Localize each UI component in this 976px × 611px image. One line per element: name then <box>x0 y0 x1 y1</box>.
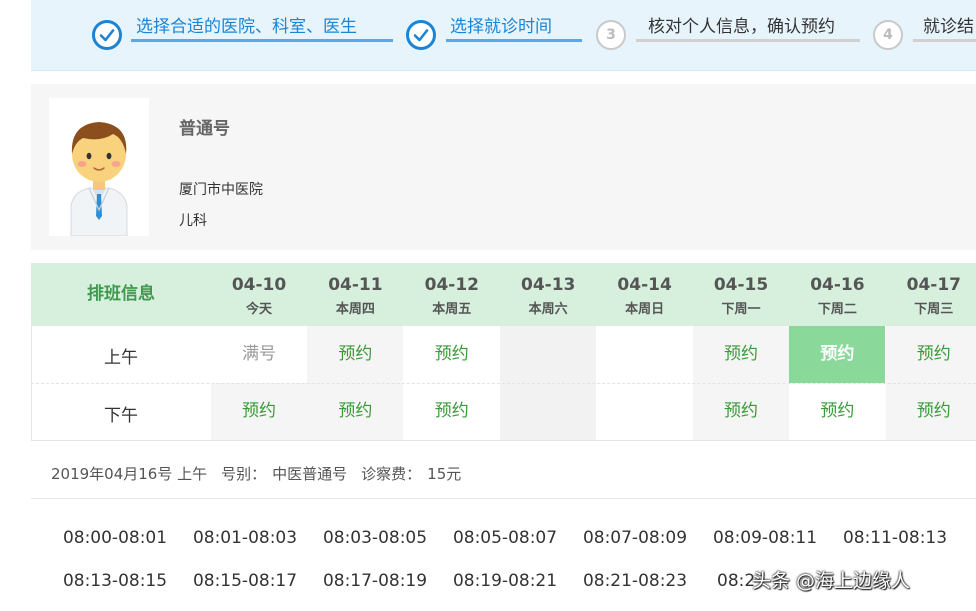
time-slot[interactable]: 08:09-08:11 <box>705 528 825 548</box>
time-slot[interactable]: 08:01-08:03 <box>185 528 305 548</box>
day-weekday: 下周一 <box>721 302 761 317</box>
day-header: 04-10 今天 <box>211 263 307 326</box>
fee-value: 15元 <box>427 465 462 483</box>
book-button[interactable]: 预约 <box>403 326 500 383</box>
schedule-title: 排班信息 <box>87 284 155 304</box>
doctor-card: 普通号 厦门市中医院 儿科 <box>31 84 976 250</box>
day-weekday: 今天 <box>245 302 272 317</box>
day-weekday: 下周二 <box>817 302 857 317</box>
time-slot[interactable]: 08:19-08:21 <box>445 571 565 591</box>
type-label: 号别： <box>221 465 267 483</box>
book-button[interactable]: 预约 <box>307 326 404 383</box>
day-header: 04-17 下周三 <box>886 263 976 326</box>
day-header: 04-12 本周五 <box>404 263 500 326</box>
day-weekday: 本周日 <box>625 302 665 317</box>
time-slot[interactable]: 08:11-08:13 <box>835 528 955 548</box>
day-header: 04-16 下周二 <box>789 263 885 326</box>
book-button[interactable]: 预约 <box>403 383 500 440</box>
step-3-label: 核对个人信息，确认预约 <box>648 17 835 37</box>
step-1-label: 选择合适的医院、科室、医生 <box>136 17 357 37</box>
selected-book-button[interactable]: 预约 <box>789 326 886 383</box>
fee-label: 诊察费： <box>361 465 422 483</box>
registration-type: 普通号 <box>179 119 230 139</box>
book-button[interactable]: 预约 <box>693 326 789 383</box>
day-weekday: 本周五 <box>432 302 472 317</box>
full-label: 满号 <box>211 326 307 383</box>
row-divider <box>31 383 976 384</box>
step-4: 4 就诊结 <box>873 0 976 70</box>
check-icon <box>92 20 122 50</box>
day-date: 04-14 <box>617 275 672 295</box>
selection-summary: 2019年04月16号 上午 号别： 中医普通号 诊察费： 15元 <box>51 463 475 484</box>
book-button[interactable]: 预约 <box>885 326 976 383</box>
empty-cell <box>596 383 693 440</box>
day-date: 04-17 <box>906 275 961 295</box>
step-2: 选择就诊时间 <box>406 0 586 70</box>
row-label-morning: 上午 <box>104 348 138 368</box>
time-slot[interactable]: 08:15-08:17 <box>185 571 305 591</box>
step-1: 选择合适的医院、科室、医生 <box>31 0 396 70</box>
book-button[interactable]: 预约 <box>789 383 886 440</box>
day-date: 04-15 <box>713 275 769 295</box>
type-value: 中医普通号 <box>272 465 348 483</box>
day-date: 04-11 <box>328 275 383 295</box>
doctor-avatar-icon <box>70 122 128 237</box>
step-4-line <box>913 39 976 42</box>
book-button[interactable]: 预约 <box>307 383 404 440</box>
hospital-name: 厦门市中医院 <box>179 182 263 198</box>
step-3-number: 3 <box>596 20 626 50</box>
time-slot[interactable]: 08:05-08:07 <box>445 528 565 548</box>
book-button[interactable]: 预约 <box>211 383 307 440</box>
schedule-header: 排班信息 04-10 今天 04-11 本周四 04-12 本周五 04-13 本周六 04-1… <box>31 263 976 326</box>
empty-cell <box>500 326 597 383</box>
day-header: 04-13 本周六 <box>500 263 596 326</box>
doctor-avatar <box>49 98 149 237</box>
step-4-number: 4 <box>873 20 903 50</box>
table-bottom-border <box>31 440 976 441</box>
day-date: 04-13 <box>521 275 576 295</box>
step-4-label: 就诊结 <box>923 17 974 37</box>
day-header: 04-11 本周四 <box>307 263 403 326</box>
check-icon <box>406 20 436 50</box>
empty-cell <box>500 383 597 440</box>
day-date: 04-12 <box>424 275 479 295</box>
book-button[interactable]: 预约 <box>693 383 789 440</box>
step-1-line <box>131 39 393 42</box>
time-slot[interactable]: 08:07-08:09 <box>575 528 695 548</box>
day-header: 04-14 本周日 <box>597 263 693 326</box>
department-name: 儿科 <box>179 213 207 229</box>
time-slot[interactable]: 08:17-08:19 <box>315 571 435 591</box>
day-date: 04-16 <box>810 275 865 295</box>
book-button[interactable]: 预约 <box>885 383 976 440</box>
step-2-line <box>446 39 582 42</box>
day-date: 04-10 <box>231 275 287 295</box>
empty-cell <box>596 326 693 383</box>
time-slot[interactable]: 08:00-08:01 <box>55 528 175 548</box>
time-slot[interactable]: 08:03-08:05 <box>315 528 435 548</box>
info-divider <box>31 498 976 499</box>
step-3: 3 核对个人信息，确认预约 <box>596 0 866 70</box>
step-3-line <box>636 39 860 42</box>
day-weekday: 本周六 <box>528 302 568 317</box>
time-slot[interactable]: 08:13-08:15 <box>55 571 175 591</box>
day-weekday: 本周四 <box>335 302 375 317</box>
step-2-label: 选择就诊时间 <box>450 17 552 37</box>
day-header: 04-15 下周一 <box>693 263 789 326</box>
selected-date-session: 2019年04月16号 上午 <box>51 465 208 483</box>
day-weekday: 下周三 <box>914 302 954 317</box>
watermark: 头条 @海上边缘人 <box>752 570 911 592</box>
progress-stepper: 选择合适的医院、科室、医生 选择就诊时间 3 核对个人信息，确认预约 4 就诊结 <box>31 0 976 71</box>
time-slot[interactable]: 08:2 <box>717 571 757 591</box>
time-slot[interactable]: 08:21-08:23 <box>575 571 695 591</box>
row-label-afternoon: 下午 <box>104 406 138 426</box>
